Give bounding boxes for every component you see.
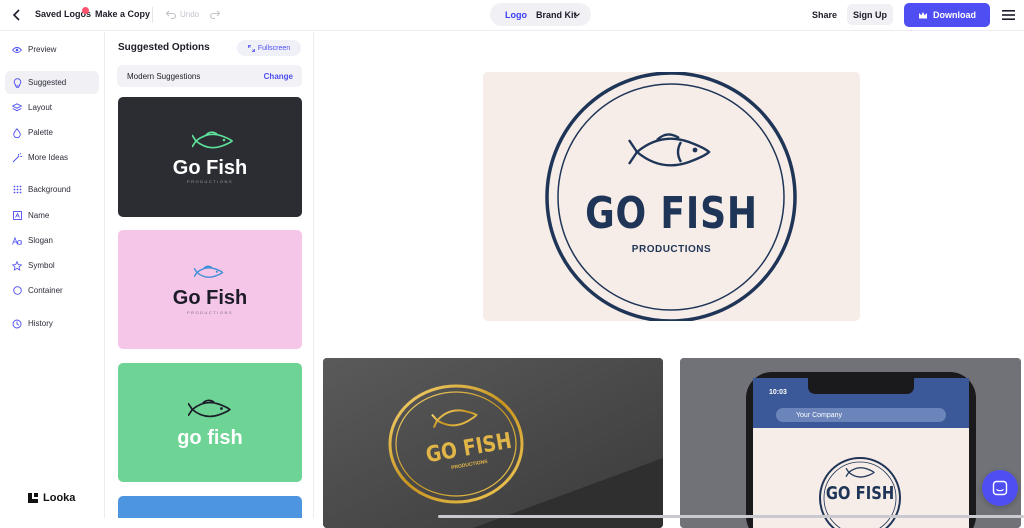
layers-icon	[6, 103, 28, 112]
sidebar-item-history[interactable]: History	[5, 312, 99, 335]
back-button[interactable]	[8, 6, 26, 24]
sidebar-item-symbol[interactable]: Symbol	[5, 254, 99, 277]
sidebar-item-background[interactable]: Background	[5, 178, 99, 201]
card-wordmark: Go Fish	[172, 287, 248, 309]
tab-brand-kit[interactable]: Brand Kit	[536, 10, 577, 20]
sign-up-label: Sign Up	[853, 9, 887, 20]
divider	[152, 7, 153, 23]
wand-icon	[6, 152, 28, 163]
top-bar: Saved Logos Make a Copy Undo Logo Brand …	[0, 0, 1024, 31]
sidebar-item-label: Layout	[28, 103, 53, 112]
fish-icon	[188, 399, 231, 418]
eye-icon	[6, 46, 28, 54]
main-canvas: GO FISH PRODUCTIONS GO FISH PRODUCTIONS	[315, 32, 1024, 528]
looka-wordmark: Looka	[43, 492, 76, 504]
suggestion-card[interactable]	[118, 496, 302, 518]
tab-logo[interactable]: Logo	[505, 10, 527, 20]
suggestion-card[interactable]: go fish	[118, 363, 302, 482]
fullscreen-button[interactable]: Fullscreen	[237, 40, 301, 56]
undo-button[interactable]: Undo	[180, 10, 199, 19]
sidebar-item-label: Suggested	[28, 78, 67, 87]
sidebar-item-more-ideas[interactable]: More Ideas	[5, 146, 99, 169]
preview-wordmark: GO FISH	[585, 188, 758, 239]
sidebar-item-label: More Ideas	[28, 153, 69, 162]
phone-mockup[interactable]: 10:03 Your Company GO FISH	[680, 358, 1021, 528]
bulb-icon	[6, 77, 28, 88]
suggestion-card[interactable]: Go Fish PRODUCTIONS	[118, 230, 302, 349]
drop-icon	[6, 127, 28, 138]
sidebar-item-suggested[interactable]: Suggested	[5, 71, 99, 94]
star-icon	[6, 260, 28, 271]
sidebar-item-label: Preview	[28, 45, 57, 54]
sidebar-item-label: History	[28, 319, 53, 328]
fullscreen-label: Fullscreen	[257, 44, 291, 52]
card-tagline: PRODUCTIONS	[186, 310, 234, 315]
sidebar-item-palette[interactable]: Palette	[5, 121, 99, 144]
gold-foil-mockup[interactable]: GO FISH PRODUCTIONS	[323, 358, 663, 528]
sidebar-item-label: Slogan	[28, 236, 53, 245]
suggestion-mode-label: Modern Suggestions	[127, 72, 201, 81]
chat-icon	[992, 480, 1008, 496]
sidebar-item-container[interactable]: Container	[5, 279, 99, 302]
phone-time: 10:03	[769, 389, 787, 396]
looka-logo[interactable]: Looka	[27, 492, 75, 504]
grid-icon	[6, 185, 28, 194]
logo-preview[interactable]: GO FISH PRODUCTIONS	[483, 72, 860, 321]
chevron-left-icon	[12, 9, 20, 21]
fish-icon	[628, 133, 711, 167]
font-icon	[6, 236, 28, 245]
preview-tagline: PRODUCTIONS	[631, 244, 712, 255]
card-tagline: PRODUCTIONS	[186, 179, 234, 184]
crown-icon	[919, 11, 927, 18]
sidebar-item-label: Background	[28, 185, 71, 194]
suggestions-title: Suggested Options	[118, 42, 210, 53]
sidebar-item-preview[interactable]: Preview	[5, 38, 99, 61]
download-button[interactable]: Download	[904, 3, 990, 27]
share-button[interactable]: Share	[812, 10, 837, 20]
phone-wordmark: GO FISH	[825, 483, 895, 504]
history-icon	[6, 319, 28, 329]
phone-search-field: Your Company	[796, 412, 843, 419]
hamburger-menu-icon[interactable]	[1002, 9, 1015, 21]
download-label: Download	[933, 10, 976, 20]
fish-icon	[192, 131, 234, 149]
card-wordmark: Go Fish	[172, 157, 248, 179]
fish-icon	[194, 265, 224, 278]
undo-icon[interactable]	[165, 8, 177, 20]
make-copy-button[interactable]: Make a Copy	[95, 9, 150, 19]
chat-button[interactable]	[982, 470, 1018, 506]
sidebar-item-layout[interactable]: Layout	[5, 96, 99, 119]
notification-badge	[82, 7, 89, 14]
suggestions-panel: Suggested Options Fullscreen Modern Sugg…	[106, 32, 314, 518]
sidebar-item-slogan[interactable]: Slogan	[5, 229, 99, 252]
card-wordmark: go fish	[177, 427, 243, 449]
sign-up-button[interactable]: Sign Up	[847, 4, 893, 25]
chevron-down-icon	[574, 13, 580, 17]
editor-sidebar: Preview Suggested Layout Palette More Id…	[0, 32, 105, 518]
sidebar-item-name[interactable]: Name	[5, 204, 99, 227]
expand-icon	[247, 44, 255, 52]
name-icon	[6, 211, 28, 220]
sidebar-item-label: Symbol	[28, 261, 55, 270]
circle-icon	[6, 286, 28, 295]
suggestion-card[interactable]: Go Fish PRODUCTIONS	[118, 97, 302, 217]
looka-mark-icon	[28, 493, 38, 503]
sidebar-item-label: Container	[28, 286, 63, 295]
suggestion-mode-bar: Modern Suggestions Change	[117, 65, 302, 87]
sidebar-item-label: Name	[28, 211, 50, 220]
redo-icon[interactable]	[209, 8, 221, 20]
change-mode-button[interactable]: Change	[264, 72, 293, 81]
sidebar-item-label: Palette	[28, 128, 53, 137]
